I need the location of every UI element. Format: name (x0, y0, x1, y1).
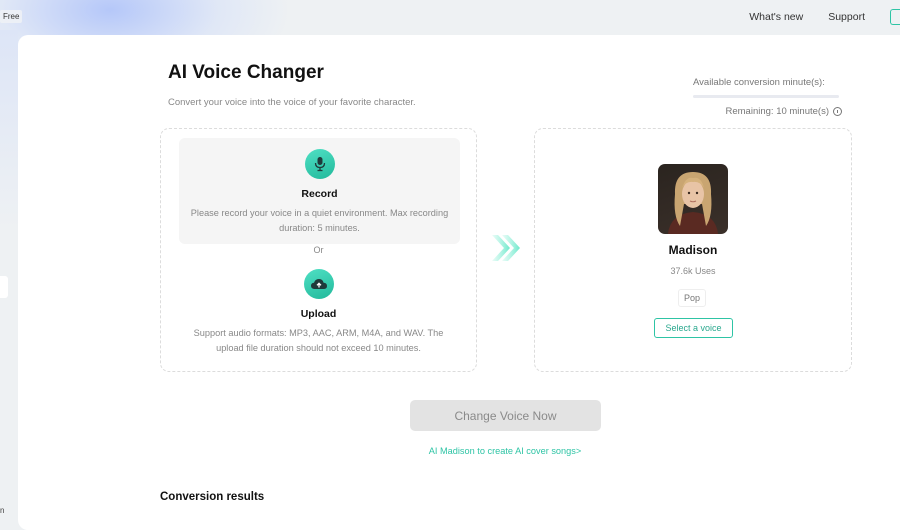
record-option[interactable]: Record Please record your voice in a qui… (179, 138, 460, 244)
input-card: Record Please record your voice in a qui… (160, 128, 477, 372)
minutes-progress-bar (693, 95, 839, 98)
info-icon[interactable] (833, 107, 842, 116)
minutes-panel: Available conversion minute(s): (693, 77, 843, 98)
top-nav: What's new Support (749, 0, 900, 34)
record-title: Record (301, 188, 338, 200)
upload-title: Upload (300, 308, 337, 320)
page-subtitle: Convert your voice into the voice of you… (168, 97, 416, 108)
voice-tag: Pop (678, 289, 707, 307)
change-voice-button[interactable]: Change Voice Now (410, 400, 601, 431)
nav-account-button[interactable] (890, 9, 900, 25)
select-voice-button[interactable]: Select a voice (654, 318, 733, 338)
nav-support[interactable]: Support (828, 11, 865, 23)
double-chevron-right-icon (490, 233, 524, 263)
record-description: Please record your voice in a quiet envi… (190, 208, 449, 233)
microphone-icon (304, 149, 335, 179)
voice-avatar (658, 164, 728, 234)
upload-description: Support audio formats: MP3, AAC, ARM, M4… (193, 328, 444, 353)
ai-cover-songs-link[interactable]: AI Madison to create AI cover songs> (0, 446, 900, 456)
voice-name: Madison (668, 243, 718, 257)
minutes-label: Available conversion minute(s): (693, 77, 825, 88)
remaining-text: Remaining: 10 minute(s) (725, 106, 830, 117)
conversion-results-title: Conversion results (160, 491, 265, 503)
nav-whats-new[interactable]: What's new (749, 11, 803, 23)
remaining-minutes: Remaining: 10 minute(s) (725, 106, 842, 117)
voice-card: Madison 37.6k Uses Pop Select a voice (534, 128, 852, 372)
page-title: AI Voice Changer (168, 62, 324, 83)
cloud-upload-icon (303, 269, 334, 299)
or-separator: Or (313, 245, 324, 255)
sidebar-bottom-text: n (0, 506, 5, 515)
plan-badge: Free (0, 10, 23, 23)
upload-option[interactable]: Upload Support audio formats: MP3, AAC, … (161, 269, 476, 356)
voice-uses: 37.6k Uses (670, 266, 716, 276)
sidebar-toggle-handle[interactable] (0, 276, 8, 298)
